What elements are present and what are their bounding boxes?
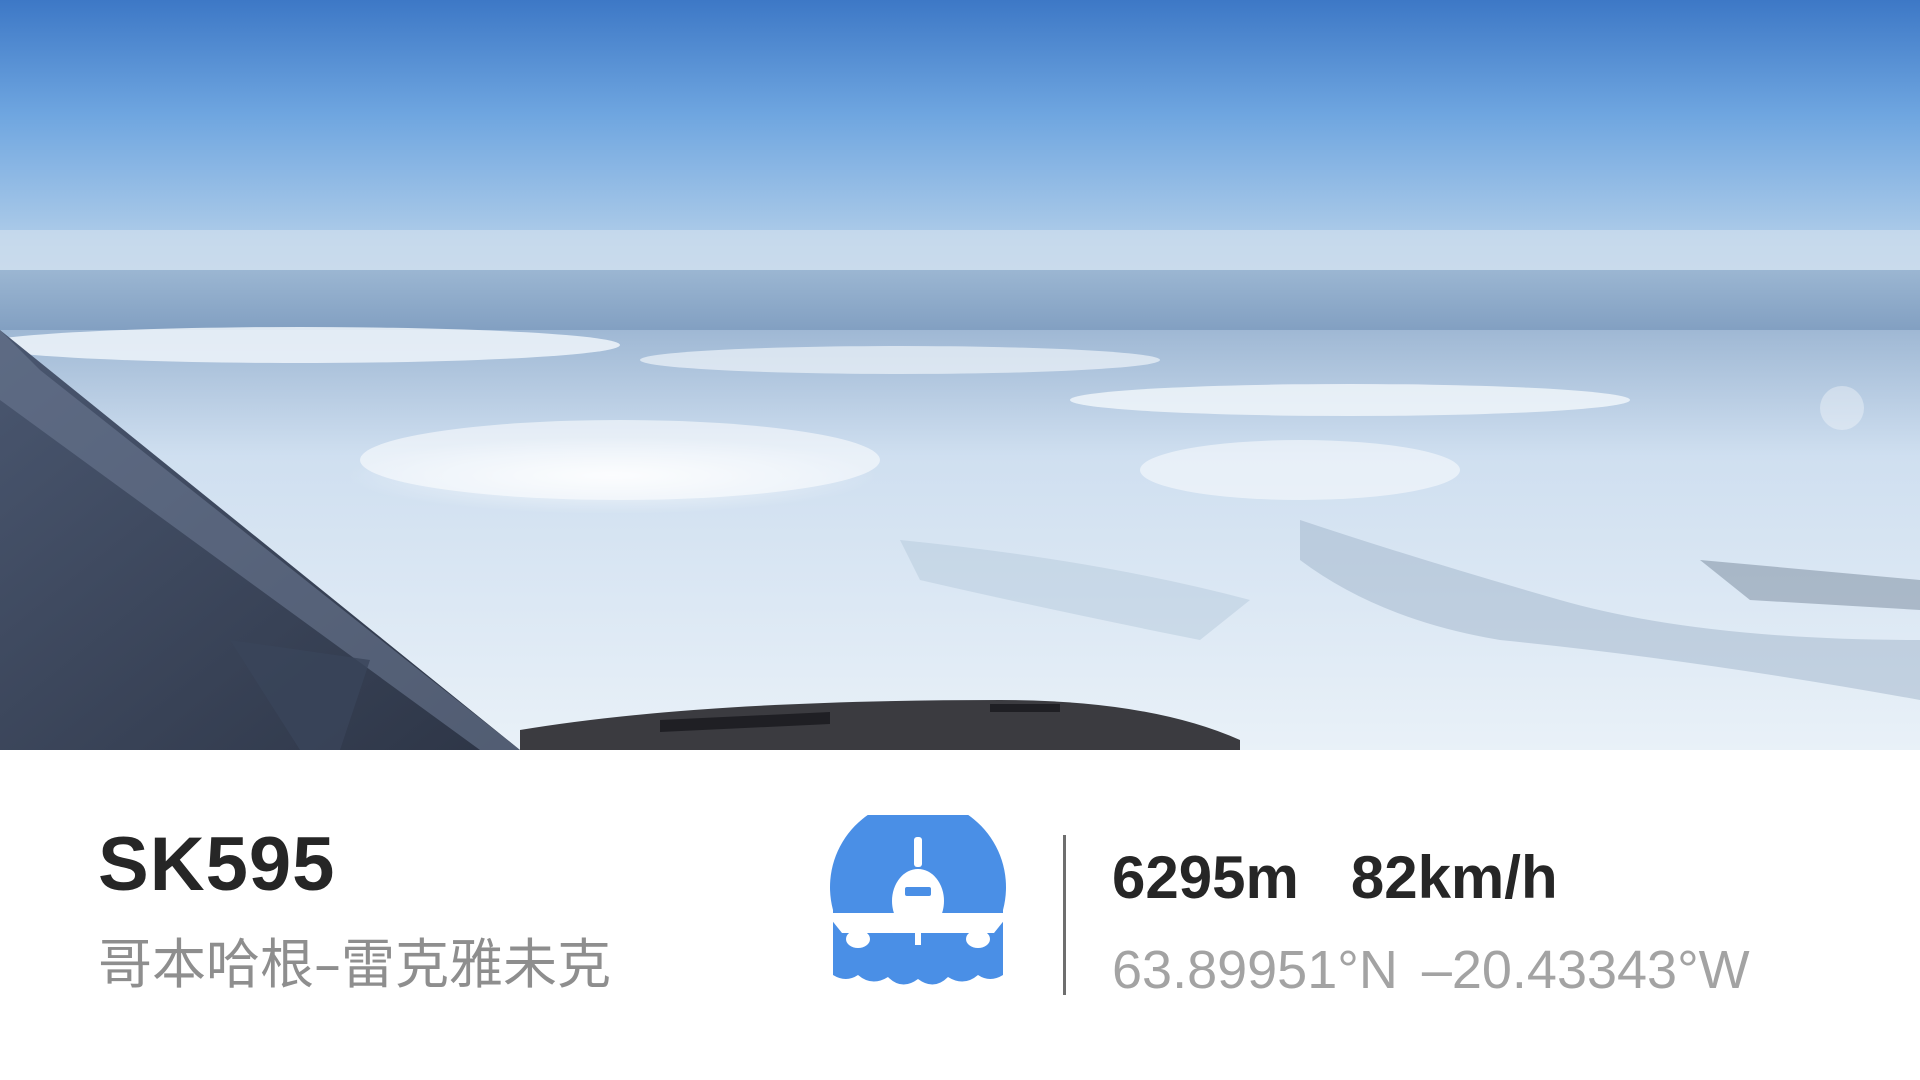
speed-value: 82km/h xyxy=(1350,844,1558,911)
flight-route: 哥本哈根–雷克雅未克 xyxy=(98,933,611,996)
aerial-landscape-image xyxy=(0,0,1920,750)
longitude-value: –20.43343°W xyxy=(1421,940,1750,1000)
vertical-divider xyxy=(1063,835,1066,995)
altitude-value: 6295m xyxy=(1112,844,1299,911)
flight-number: SK595 xyxy=(98,822,336,907)
flight-stats: 6295m 82km/h xyxy=(1112,843,1558,913)
airplane-front-icon xyxy=(818,799,1018,997)
gps-coordinates: 63.89951°N –20.43343°W xyxy=(1112,935,1750,1005)
latitude-value: 63.89951°N xyxy=(1112,940,1398,1000)
aerial-photo xyxy=(0,0,1920,750)
